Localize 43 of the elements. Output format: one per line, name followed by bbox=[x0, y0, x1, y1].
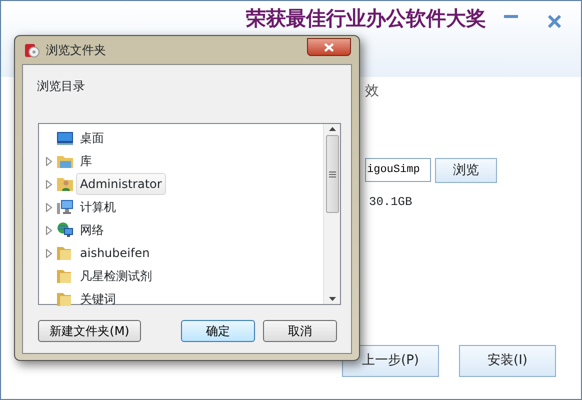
path-field[interactable]: igouSimp bbox=[365, 158, 431, 182]
library-folder-icon bbox=[57, 153, 73, 169]
close-icon bbox=[324, 42, 334, 52]
tree-item[interactable]: aishubeifen bbox=[76, 242, 154, 264]
scroll-thumb[interactable] bbox=[326, 135, 338, 213]
computer-icon bbox=[57, 199, 73, 215]
disk-space-text: 30.1GB bbox=[369, 194, 412, 211]
tree-item[interactable]: 凡星检测试剂 bbox=[76, 265, 156, 287]
grip-icon bbox=[328, 170, 336, 178]
user-folder-icon bbox=[57, 176, 73, 192]
close-button[interactable] bbox=[307, 38, 351, 56]
expand-arrow-icon[interactable] bbox=[45, 226, 54, 234]
disc-icon bbox=[24, 42, 40, 58]
scroll-down-icon[interactable] bbox=[328, 297, 336, 301]
new-folder-button[interactable]: 新建文件夹(M) bbox=[38, 320, 141, 342]
expand-arrow-icon[interactable] bbox=[45, 180, 54, 188]
scrollbar-track[interactable] bbox=[323, 124, 340, 304]
expand-arrow-icon[interactable] bbox=[45, 248, 54, 258]
dialog-title: 浏览文件夹 bbox=[46, 42, 106, 59]
browse-button[interactable]: 浏览 bbox=[435, 158, 497, 183]
tree-item[interactable]: Administrator bbox=[76, 173, 166, 195]
tree-item[interactable]: 计算机 bbox=[76, 196, 120, 218]
tree-item[interactable]: 桌面 bbox=[76, 127, 108, 149]
desktop-icon bbox=[57, 130, 73, 146]
minimize-icon[interactable] bbox=[504, 15, 518, 19]
slogan: 荣获最佳行业办公软件大奖 bbox=[246, 7, 486, 29]
close-icon[interactable] bbox=[548, 15, 561, 28]
folder-icon bbox=[57, 291, 73, 307]
cancel-button[interactable]: 取消 bbox=[263, 320, 337, 342]
folder-icon bbox=[57, 268, 73, 284]
subtitle-text: 效 bbox=[365, 82, 379, 101]
tree-item[interactable]: 网络 bbox=[76, 219, 108, 241]
expand-arrow-icon[interactable] bbox=[45, 202, 54, 212]
folder-icon bbox=[57, 245, 73, 261]
ok-button[interactable]: 确定 bbox=[181, 320, 255, 342]
back-button[interactable]: 上一步(P) bbox=[342, 345, 439, 377]
expand-arrow-icon[interactable] bbox=[45, 156, 54, 166]
network-icon bbox=[57, 222, 73, 238]
tree-item[interactable]: 库 bbox=[76, 150, 96, 172]
scroll-up-icon[interactable] bbox=[328, 127, 336, 131]
prompt-text: 浏览目录 bbox=[37, 79, 85, 93]
install-button[interactable]: 安装(I) bbox=[459, 345, 556, 377]
tree-item[interactable]: 关键词 bbox=[76, 288, 120, 310]
